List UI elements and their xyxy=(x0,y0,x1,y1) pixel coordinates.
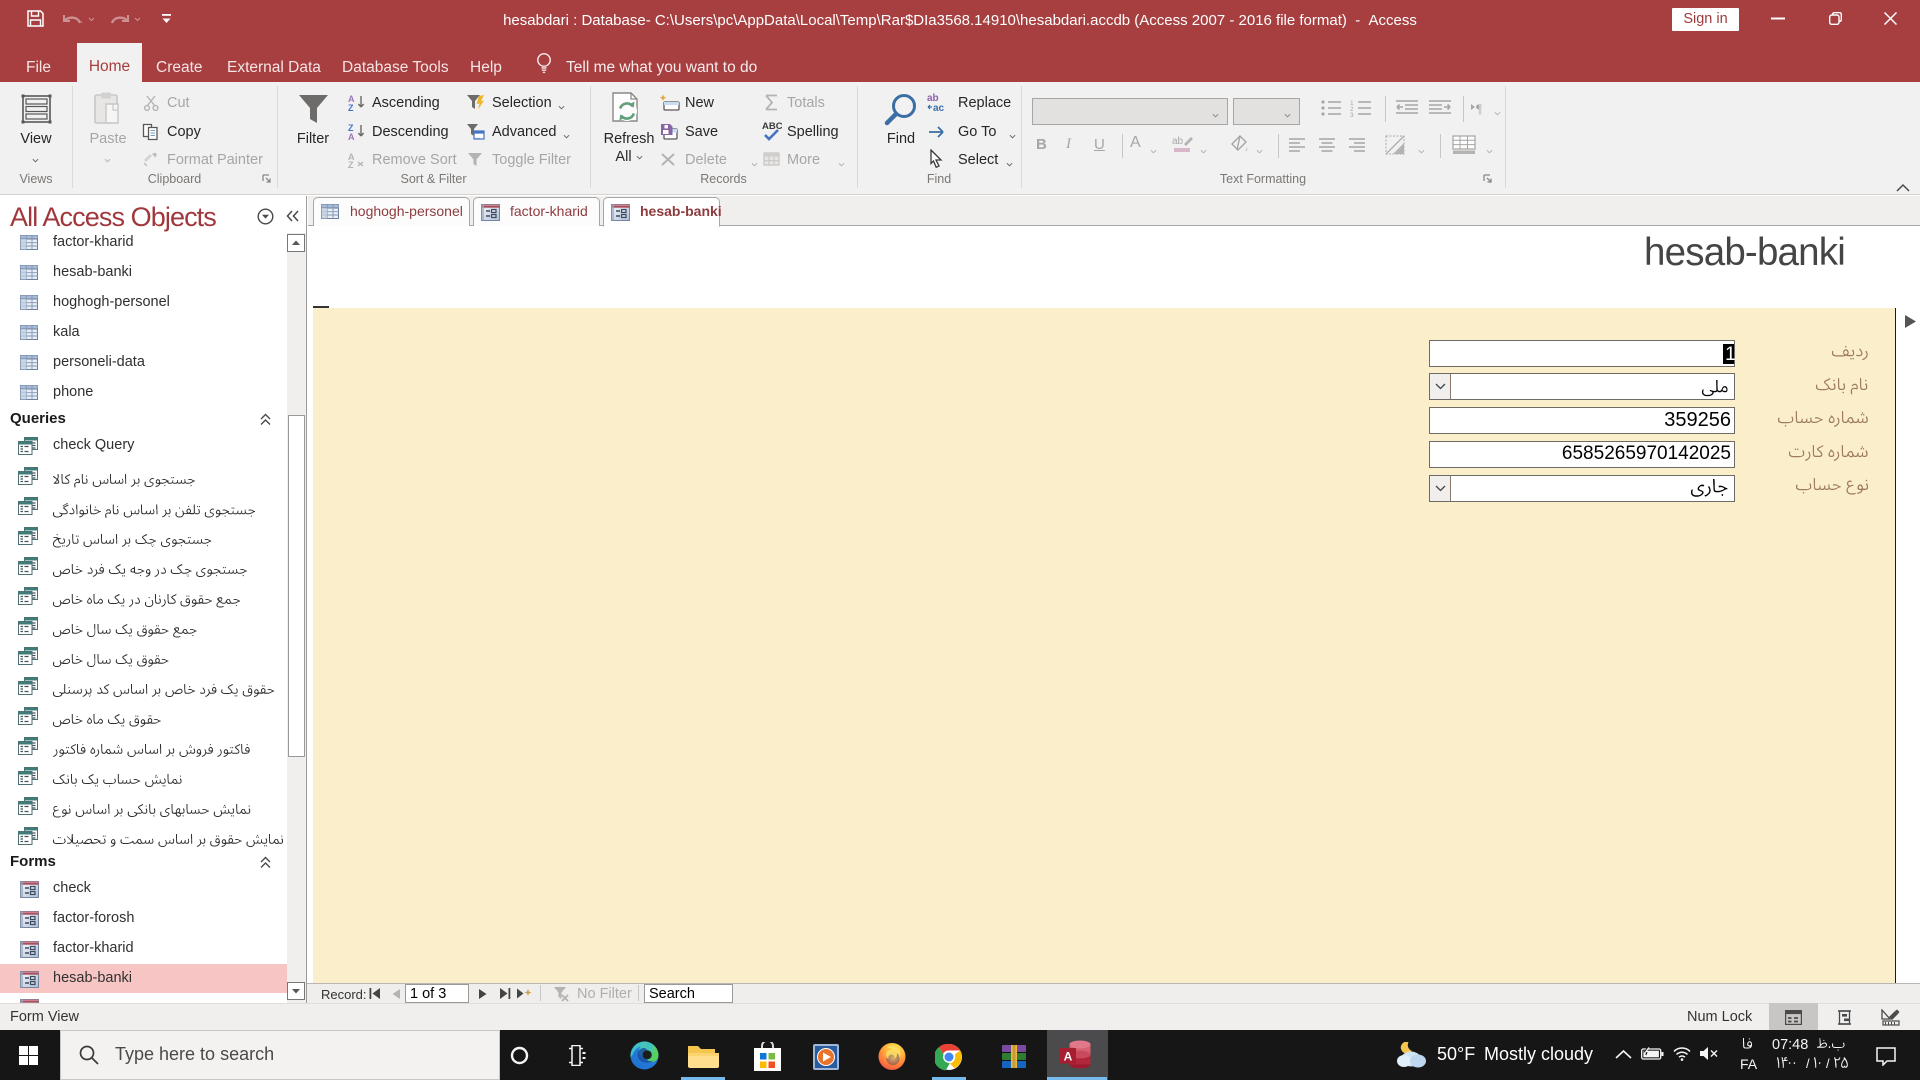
svg-text:¶: ¶ xyxy=(1476,101,1482,116)
svg-text:Z: Z xyxy=(348,103,354,112)
svg-text:Z: Z xyxy=(348,160,354,168)
svg-text:ab: ab xyxy=(1172,136,1184,147)
svg-text:...: ... xyxy=(475,135,480,141)
svg-text:ABC: ABC xyxy=(762,121,782,132)
svg-text:Z: Z xyxy=(348,123,354,133)
svg-text:ac: ac xyxy=(933,103,945,113)
svg-text:A: A xyxy=(348,132,355,141)
svg-text:3: 3 xyxy=(1350,112,1354,117)
svg-text:A: A xyxy=(1064,1050,1073,1064)
